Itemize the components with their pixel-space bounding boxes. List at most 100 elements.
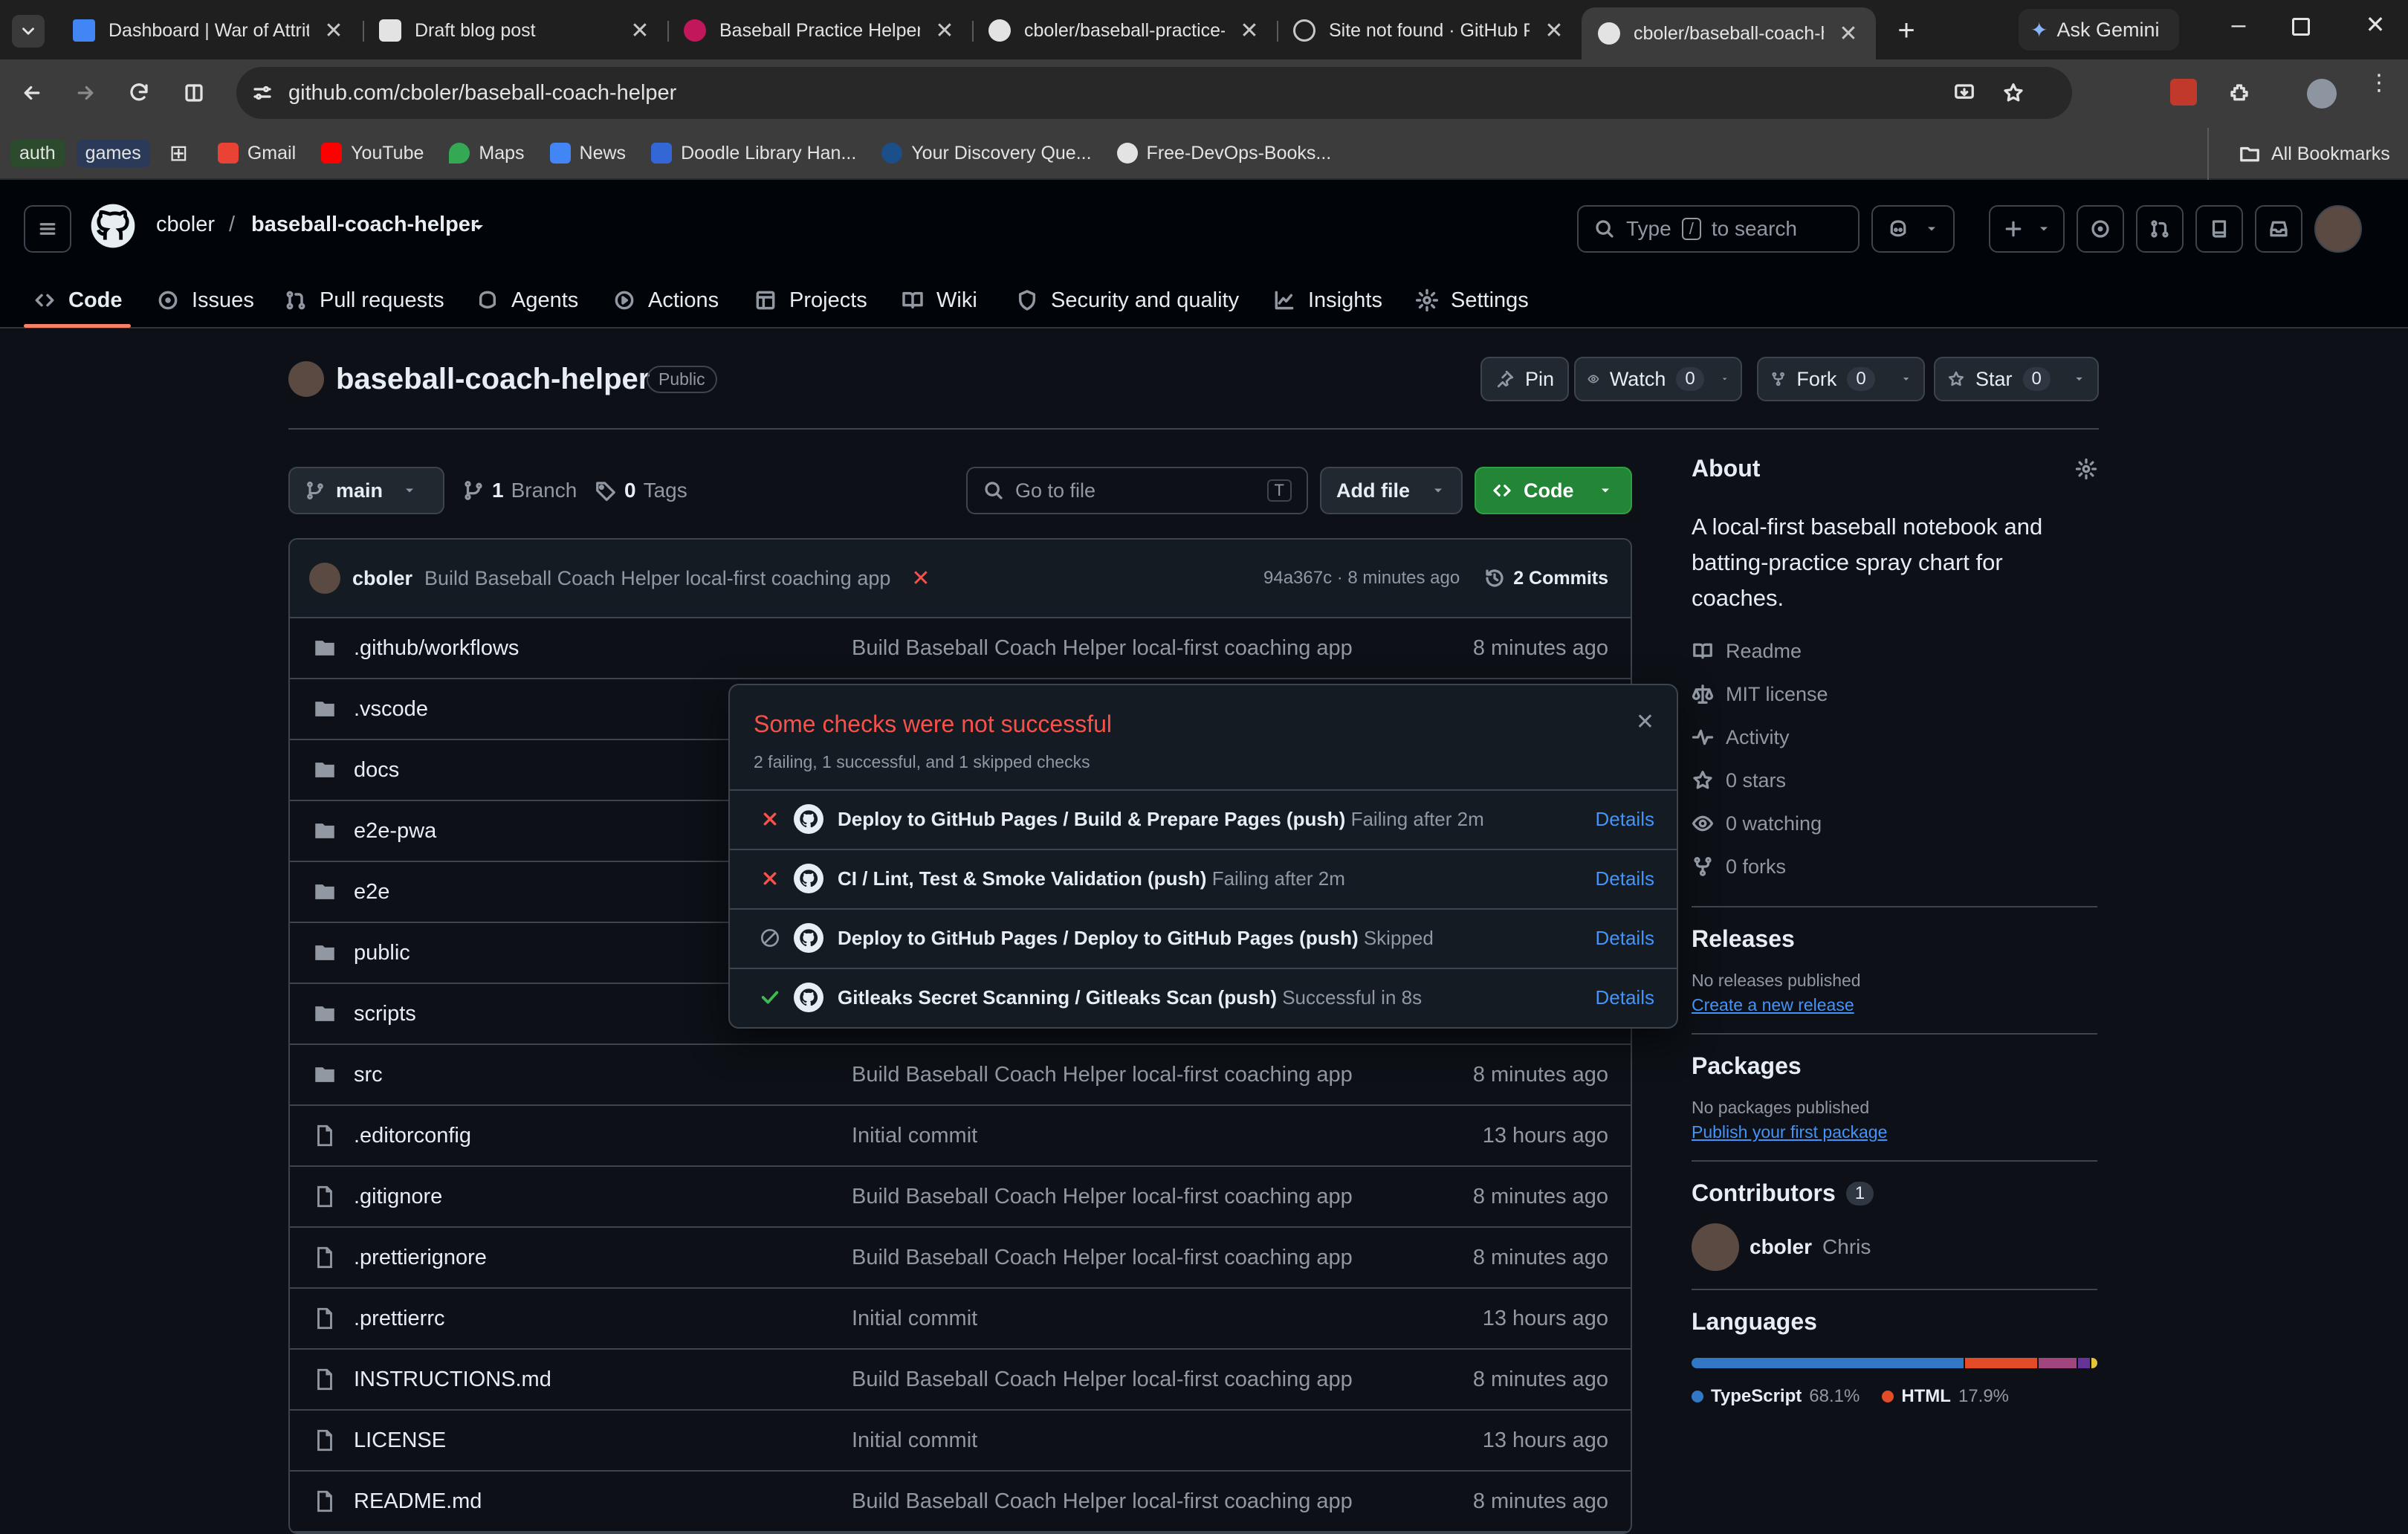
file-name[interactable]: .prettierignore (354, 1246, 487, 1270)
packages-title[interactable]: Packages (1692, 1052, 2097, 1080)
go-to-file-input[interactable]: Go to file T (966, 467, 1308, 514)
commit-sha-time[interactable]: 94a367c · 8 minutes ago (1263, 568, 1460, 589)
pull-requests-button[interactable] (2136, 205, 2184, 253)
profile-avatar[interactable] (2307, 79, 2337, 109)
split-view-icon[interactable] (183, 82, 205, 104)
install-app-icon[interactable] (1953, 82, 1975, 104)
check-details-link[interactable]: Details (1596, 986, 1654, 1009)
check-details-link[interactable]: Details (1596, 927, 1654, 950)
restore-button[interactable] (2292, 18, 2310, 36)
bookmark-gmail[interactable]: Gmail (217, 143, 296, 164)
tab-agents[interactable]: Agents (476, 272, 578, 329)
file-commit-message[interactable]: Build Baseball Coach Helper local-first … (852, 1063, 1353, 1087)
branches-link[interactable]: 1 Branch (462, 479, 577, 502)
check-details-link[interactable]: Details (1596, 867, 1654, 890)
commit-author[interactable]: cboler (352, 567, 412, 590)
apps-grid-icon[interactable]: ⊞ (169, 140, 188, 166)
extensions-puzzle-icon[interactable] (2228, 82, 2250, 104)
stars-link[interactable]: 0 stars (1692, 759, 2097, 802)
license-link[interactable]: MIT license (1692, 673, 2097, 716)
close-window-button[interactable]: ✕ (2360, 10, 2390, 48)
gear-icon[interactable] (2075, 458, 2097, 480)
commit-status-fail-icon[interactable]: ✕ (911, 566, 930, 592)
branch-selector[interactable]: main (288, 467, 444, 514)
issues-button[interactable] (2077, 205, 2124, 253)
check-row[interactable]: Deploy to GitHub Pages / Build & Prepare… (730, 789, 1677, 847)
add-file-button[interactable]: Add file (1320, 467, 1463, 514)
check-row[interactable]: CI / Lint, Test & Smoke Validation (push… (730, 849, 1677, 907)
tab-close-icon[interactable]: ✕ (629, 18, 651, 44)
contributor-item[interactable]: cboler Chris (1692, 1223, 2097, 1271)
releases-title[interactable]: Releases (1692, 925, 2097, 953)
bookmark-folder-games[interactable]: games (76, 139, 150, 167)
inbox-button[interactable] (2255, 205, 2302, 253)
file-name[interactable]: INSTRUCTIONS.md (354, 1368, 551, 1392)
browser-tab[interactable]: Draft blog post ✕ (363, 7, 667, 54)
tab-close-icon[interactable]: ✕ (1837, 21, 1860, 47)
file-commit-message[interactable]: Initial commit (852, 1428, 977, 1453)
reload-icon[interactable] (128, 82, 150, 104)
language-legend-item[interactable]: TypeScript 68.1% (1692, 1386, 1860, 1407)
browser-tab-active[interactable]: cboler/baseball-coach-he ✕ (1582, 7, 1876, 59)
table-row[interactable]: LICENSE Initial commit 13 hours ago (290, 1411, 1631, 1472)
tab-code[interactable]: Code (33, 272, 123, 329)
table-row[interactable]: INSTRUCTIONS.md Build Baseball Coach Help… (290, 1350, 1631, 1411)
check-name[interactable]: Deploy to GitHub Pages / Build & Prepare… (838, 808, 1484, 831)
tab-search-button[interactable] (12, 15, 45, 48)
tags-link[interactable]: 0 Tags (595, 479, 687, 502)
repo-title[interactable]: baseball-coach-helper (336, 363, 650, 396)
bookmark-maps[interactable]: Maps (449, 143, 525, 164)
tab-insights[interactable]: Insights (1272, 272, 1382, 329)
commit-message[interactable]: Build Baseball Coach Helper local-first … (424, 567, 890, 590)
tab-close-icon[interactable]: ✕ (933, 18, 956, 44)
tab-close-icon[interactable]: ✕ (1543, 18, 1565, 44)
new-tab-button[interactable]: + (1888, 12, 1925, 49)
user-avatar[interactable] (2314, 205, 2362, 253)
copilot-button[interactable] (1871, 205, 1955, 253)
publish-package-link[interactable]: Publish your first package (1692, 1122, 2097, 1142)
site-info-icon[interactable] (251, 82, 274, 104)
browser-tab[interactable]: Site not found · GitHub P ✕ (1277, 7, 1582, 54)
check-row[interactable]: Gitleaks Secret Scanning / Gitleaks Scan… (730, 968, 1677, 1026)
file-name[interactable]: e2e (354, 880, 389, 904)
file-name[interactable]: .prettierrc (354, 1307, 444, 1331)
address-bar[interactable]: github.com/cboler/baseball-coach-helper (236, 67, 2072, 119)
language-legend-item[interactable]: HTML 17.9% (1882, 1386, 2009, 1407)
file-commit-message[interactable]: Initial commit (852, 1124, 977, 1148)
contributors-title[interactable]: Contributors (1692, 1179, 1836, 1207)
file-name[interactable]: .editorconfig (354, 1124, 471, 1148)
table-row[interactable]: .github/workflows Build Baseball Coach He… (290, 618, 1631, 679)
minimize-button[interactable]: – (2224, 10, 2253, 48)
hamburger-menu-button[interactable] (24, 205, 71, 253)
file-name[interactable]: scripts (354, 1002, 416, 1026)
bookmark-star-icon[interactable] (2002, 82, 2025, 104)
bookmark-devops-books[interactable]: Free-DevOps-Books... (1116, 143, 1331, 164)
bookmark-youtube[interactable]: YouTube (321, 143, 424, 164)
check-details-link[interactable]: Details (1596, 808, 1654, 831)
tab-security-and-quality[interactable]: Security and quality (1015, 272, 1239, 329)
table-row[interactable]: src Build Baseball Coach Helper local-fir… (290, 1045, 1631, 1106)
all-bookmarks-button[interactable]: All Bookmarks (2207, 128, 2390, 180)
table-row[interactable]: .gitignore Build Baseball Coach Helper lo… (290, 1167, 1631, 1228)
table-row[interactable]: .editorconfig Initial commit 13 hours ago (290, 1106, 1631, 1167)
tab-issues[interactable]: Issues (156, 272, 254, 329)
table-row[interactable]: .prettierrc Initial commit 13 hours ago (290, 1289, 1631, 1350)
file-name[interactable]: e2e-pwa (354, 819, 436, 844)
tab-wiki[interactable]: Wiki (901, 272, 977, 329)
activity-link[interactable]: Activity (1692, 716, 2097, 759)
file-name[interactable]: public (354, 941, 410, 965)
pin-button[interactable]: Pin (1480, 357, 1570, 401)
file-commit-message[interactable]: Build Baseball Coach Helper local-first … (852, 1185, 1353, 1209)
commits-history-link[interactable]: 2 Commits (1483, 567, 1608, 589)
browser-tab[interactable]: Dashboard | War of Attrit ✕ (56, 7, 361, 54)
forks-link[interactable]: 0 forks (1692, 845, 2097, 888)
tab-pull-requests[interactable]: Pull requests (284, 272, 444, 329)
watch-button[interactable]: Watch 0 (1574, 357, 1742, 401)
check-name[interactable]: Gitleaks Secret Scanning / Gitleaks Scan… (838, 986, 1422, 1009)
back-icon[interactable] (21, 82, 43, 104)
file-name[interactable]: README.md (354, 1489, 482, 1514)
bookmark-discovery-queue[interactable]: Your Discovery Que... (881, 143, 1092, 164)
file-name[interactable]: .gitignore (354, 1185, 442, 1209)
bookmark-news[interactable]: News (549, 143, 626, 164)
commit-author-avatar[interactable] (309, 563, 340, 594)
